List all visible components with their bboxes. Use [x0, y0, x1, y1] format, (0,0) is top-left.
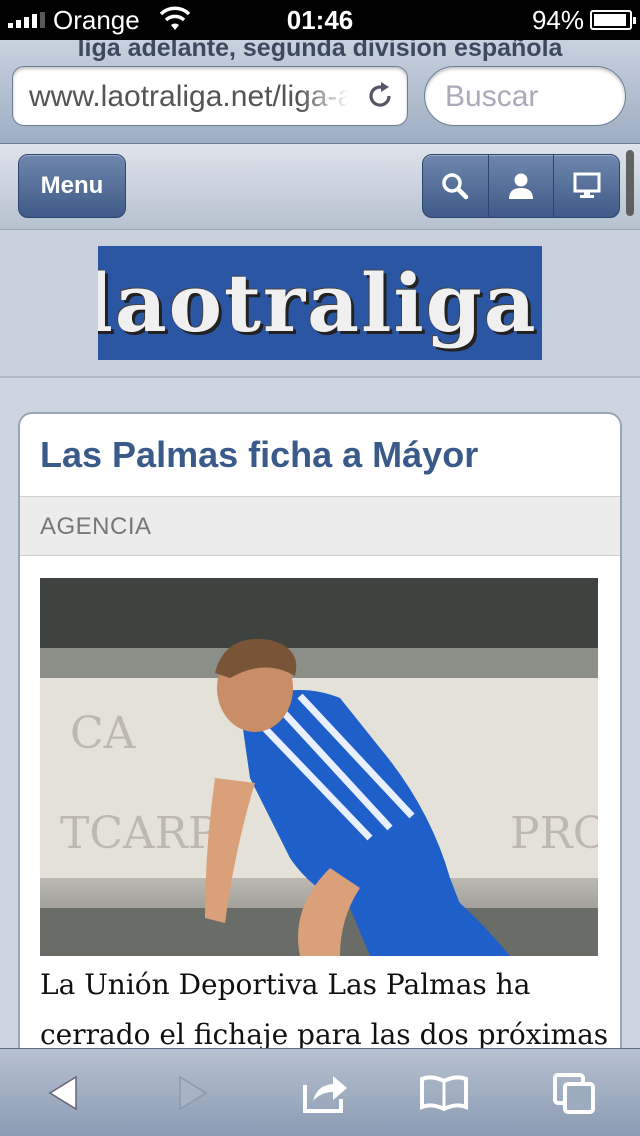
user-icon — [509, 173, 533, 199]
site-navbar: Menu — [0, 144, 640, 230]
search-icon — [442, 173, 469, 200]
back-icon — [48, 1075, 77, 1111]
bookmarks-icon — [420, 1075, 468, 1112]
desktop-icon — [573, 172, 601, 198]
forward-button[interactable] — [162, 1063, 222, 1123]
article-source: AGENCIA — [40, 513, 152, 540]
user-button[interactable] — [489, 155, 555, 217]
url-field[interactable]: www.laotraliga.net/liga-a — [12, 66, 408, 126]
tabs-icon — [553, 1073, 595, 1114]
battery-percentage: 94% — [531, 5, 584, 35]
browser-toolbar — [0, 1048, 640, 1136]
browser-header: liga adelante, segunda division española… — [0, 40, 640, 144]
article-body: La Unión Deportiva Las Palmas ha cerrado… — [40, 968, 609, 1051]
logo-band: laotraliga — [0, 230, 640, 378]
page-title: liga adelante, segunda division española — [77, 40, 563, 62]
svg-text:PRO: PRO — [510, 808, 598, 859]
svg-text:TCARP: TCARP — [60, 808, 218, 859]
tabs-button[interactable] — [544, 1063, 604, 1123]
search-placeholder: Buscar — [445, 80, 539, 113]
share-button[interactable] — [294, 1063, 354, 1123]
forward-icon — [179, 1075, 208, 1111]
article-card: Las Palmas ficha a Máyor AGENCIA CA TCAR… — [18, 412, 622, 1112]
nav-icon-group — [422, 154, 620, 218]
search-input[interactable]: Buscar — [424, 66, 626, 126]
scroll-indicator — [626, 150, 634, 216]
article-title[interactable]: Las Palmas ficha a Máyor — [40, 434, 478, 476]
status-bar: Orange 01:46 94% — [0, 0, 640, 40]
desktop-button[interactable] — [554, 155, 619, 217]
share-icon — [303, 1076, 347, 1113]
article-source-bar: AGENCIA — [20, 496, 620, 556]
search-button[interactable] — [423, 155, 489, 217]
article-photo[interactable]: CA TCARP PRO — [40, 578, 598, 956]
site-logo[interactable]: laotraliga — [98, 246, 542, 360]
soccer-player-image: CA TCARP PRO — [40, 578, 598, 956]
url-text: www.laotraliga.net/liga-a — [29, 80, 349, 113]
svg-text:CA: CA — [70, 708, 137, 759]
reload-icon[interactable] — [363, 79, 397, 113]
menu-button[interactable]: Menu — [18, 154, 126, 218]
bookmarks-button[interactable] — [414, 1063, 474, 1123]
battery-icon — [590, 10, 636, 30]
logo-text: laotraliga — [98, 256, 538, 350]
back-button[interactable] — [34, 1063, 94, 1123]
